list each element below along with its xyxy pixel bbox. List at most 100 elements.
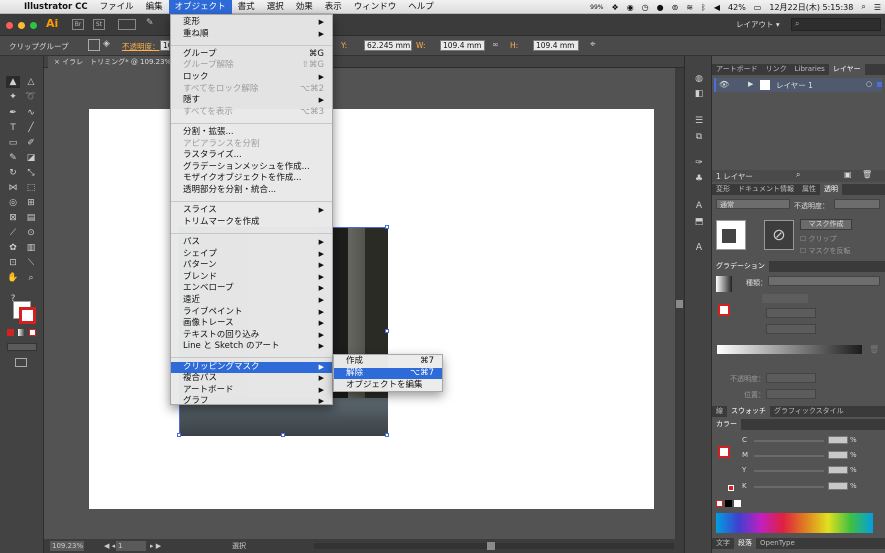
menu-edit[interactable]: 編集 [140, 0, 169, 14]
align-icon[interactable]: ☰ [692, 115, 706, 127]
menu-file[interactable]: ファイル [94, 0, 140, 14]
symbol-sprayer-tool-icon[interactable]: ✿ [6, 242, 20, 254]
creative-cloud-icon[interactable]: ⊚ [668, 3, 683, 12]
evernote-icon[interactable]: ◉ [623, 3, 638, 12]
menu-select[interactable]: 選択 [261, 0, 290, 14]
pen-tool-icon[interactable]: ✒ [6, 107, 20, 119]
character-styles-icon[interactable]: A [692, 200, 706, 212]
notification-center-icon[interactable]: ☰ [870, 3, 885, 12]
selection-handle[interactable] [281, 433, 285, 437]
blend-mode-select[interactable]: 通常 [716, 199, 790, 209]
eyedropper-tool-icon[interactable]: ⟋ [6, 227, 20, 239]
tab-stroke[interactable]: 線 [712, 406, 727, 417]
vertical-scroll-thumb[interactable] [676, 300, 683, 308]
screen-mode-icon[interactable] [15, 358, 27, 367]
selected-art-indicator[interactable] [877, 82, 882, 87]
apple-icon[interactable] [0, 0, 18, 14]
locate-object-icon[interactable]: ⌕ [796, 170, 800, 180]
gradient-angle-select[interactable] [766, 308, 816, 318]
gradient-swatch[interactable] [716, 276, 732, 292]
channel-m-input[interactable] [828, 451, 848, 459]
make-mask-button[interactable]: マスク作成 [800, 219, 852, 230]
type-tool-icon[interactable]: T [6, 122, 20, 134]
white-color-swatch[interactable] [734, 500, 741, 507]
rectangle-tool-icon[interactable]: ▭ [6, 137, 20, 149]
channel-c-slider[interactable] [754, 440, 824, 442]
arrange-documents-icon[interactable] [118, 19, 136, 30]
selection-handle[interactable] [385, 329, 389, 333]
gradient-mode-icon[interactable] [18, 329, 25, 336]
object-menu-item[interactable]: ライブペイント ▶ [171, 307, 332, 319]
zoom-level-field[interactable]: 109.23% [50, 541, 84, 551]
opacity-input[interactable] [834, 199, 880, 209]
object-menu-item[interactable]: グループ ⌘G [171, 49, 332, 61]
window-minimize-button[interactable] [18, 22, 25, 29]
tab-transparency[interactable]: 透明 [820, 184, 842, 195]
workspace-switcher[interactable]: レイアウト ▾ [736, 19, 780, 30]
tab-artboards[interactable]: アートボード [712, 64, 762, 75]
window-zoom-button[interactable] [30, 22, 37, 29]
object-menu-item[interactable]: ブレンド ▶ [171, 272, 332, 284]
artboard-nav-next[interactable]: ▸ ▶ [150, 541, 161, 551]
menu-view[interactable]: 表示 [319, 0, 348, 14]
clip-checkbox[interactable]: ☐ クリップ [800, 234, 837, 244]
stock-button[interactable]: St [93, 19, 105, 30]
object-menu-item[interactable]: 隠す ▶ [171, 95, 332, 107]
shape-builder-tool-icon[interactable]: ◎ [6, 197, 20, 209]
blend-tool-icon[interactable]: ⊙ [24, 227, 38, 239]
line-icon[interactable]: ● [653, 3, 668, 12]
help-search-input[interactable]: ⌕ [791, 18, 881, 31]
tab-document-info[interactable]: ドキュメント情報 [734, 184, 798, 195]
pathfinder-icon[interactable]: ⧉ [692, 131, 706, 143]
object-menu-item[interactable]: トリムマークを作成 [171, 217, 332, 229]
none-mode-icon[interactable] [29, 329, 36, 336]
h-field[interactable]: 109.4 mm [533, 40, 579, 51]
spotlight-search-icon[interactable]: ⌕ [857, 2, 869, 12]
object-menu-item[interactable]: 変形 ▶ [171, 17, 332, 29]
clipping-submenu-item[interactable]: 作成 ⌘7 [334, 356, 442, 368]
clipping-submenu-item[interactable]: オブジェクトを編集 [334, 380, 442, 392]
gradient-type-select[interactable] [768, 276, 880, 286]
channel-k-input[interactable] [828, 482, 848, 490]
channel-c-input[interactable] [828, 436, 848, 444]
gradient-tool-icon[interactable]: ▤ [24, 212, 38, 224]
delete-stop-icon[interactable]: 🗑 [869, 345, 879, 354]
asset-export-icon[interactable]: ⬒ [692, 216, 706, 228]
clock-datetime[interactable]: 12月22日(木) 5:15:38 [765, 2, 857, 13]
direct-selection-tool-icon[interactable]: △ [24, 76, 38, 88]
libraries-icon[interactable]: ◧ [692, 88, 706, 100]
y-field[interactable]: 62.245 mm [364, 40, 412, 51]
paintbrush-tool-icon[interactable]: ✐ [24, 137, 38, 149]
object-menu-item[interactable]: ロック ▶ [171, 72, 332, 84]
brushes-icon[interactable]: ✑ [692, 157, 706, 169]
channel-m-slider[interactable] [754, 455, 824, 457]
fill-stroke-color-indicator[interactable] [718, 446, 730, 458]
vertical-scrollbar[interactable] [675, 68, 684, 539]
app-menu-illustrator[interactable]: Illustrator CC [18, 0, 94, 14]
artboard-nav-arrows[interactable]: ◀ ◂ [104, 541, 115, 551]
tab-color[interactable]: カラー [712, 419, 741, 430]
object-menu-item[interactable]: 画像トレース ▶ [171, 318, 332, 330]
object-menu-item[interactable]: スライス ▶ [171, 205, 332, 217]
expand-layer-icon[interactable]: ▶ [748, 80, 753, 88]
selection-handle[interactable] [385, 433, 389, 437]
menu-type[interactable]: 書式 [232, 0, 261, 14]
none-color-swatch[interactable] [716, 500, 723, 507]
delete-layer-icon[interactable]: 🗑 [862, 170, 872, 179]
tab-close-icon[interactable]: × [54, 58, 62, 66]
object-menu-item[interactable]: ラスタライズ... [171, 150, 332, 162]
battery-status-icon[interactable]: 99% [586, 4, 607, 11]
curvature-tool-icon[interactable]: ∿ [24, 107, 38, 119]
gradient-opacity-select[interactable] [766, 373, 816, 383]
dropbox-icon[interactable]: ❖ [608, 3, 623, 12]
gradient-aspect-select[interactable] [766, 324, 816, 334]
object-menu-item[interactable]: 遠近 ▶ [171, 295, 332, 307]
fill-color-mode-icon[interactable] [7, 329, 14, 336]
channel-y-slider[interactable] [754, 470, 824, 472]
new-layer-icon[interactable]: ▣ [844, 170, 852, 179]
menu-object[interactable]: オブジェクト [168, 0, 232, 14]
artboard-tool-icon[interactable]: ⊡ [6, 257, 20, 269]
tab-transform[interactable]: 変形 [712, 184, 734, 195]
shaper-tool-icon[interactable]: ✎ [6, 152, 20, 164]
draw-mode-icon[interactable] [7, 343, 37, 351]
